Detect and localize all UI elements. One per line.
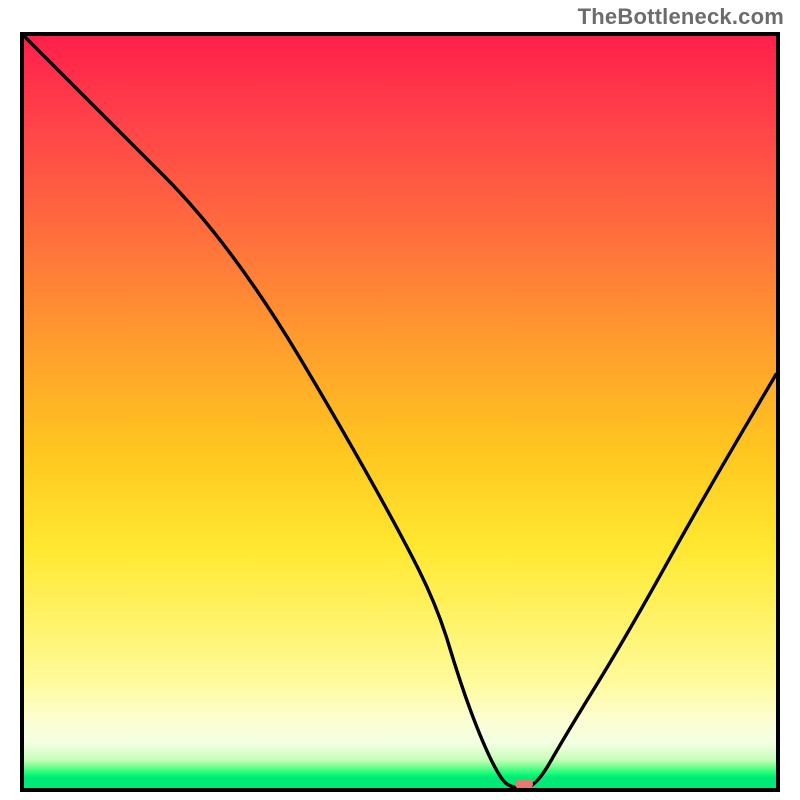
watermark-text: TheBottleneck.com <box>578 4 784 30</box>
bottleneck-curve-path <box>24 36 776 788</box>
optimal-point-marker <box>515 779 533 789</box>
plot-area <box>20 32 780 792</box>
chart-container: TheBottleneck.com <box>0 0 800 800</box>
curve-svg <box>24 36 776 788</box>
